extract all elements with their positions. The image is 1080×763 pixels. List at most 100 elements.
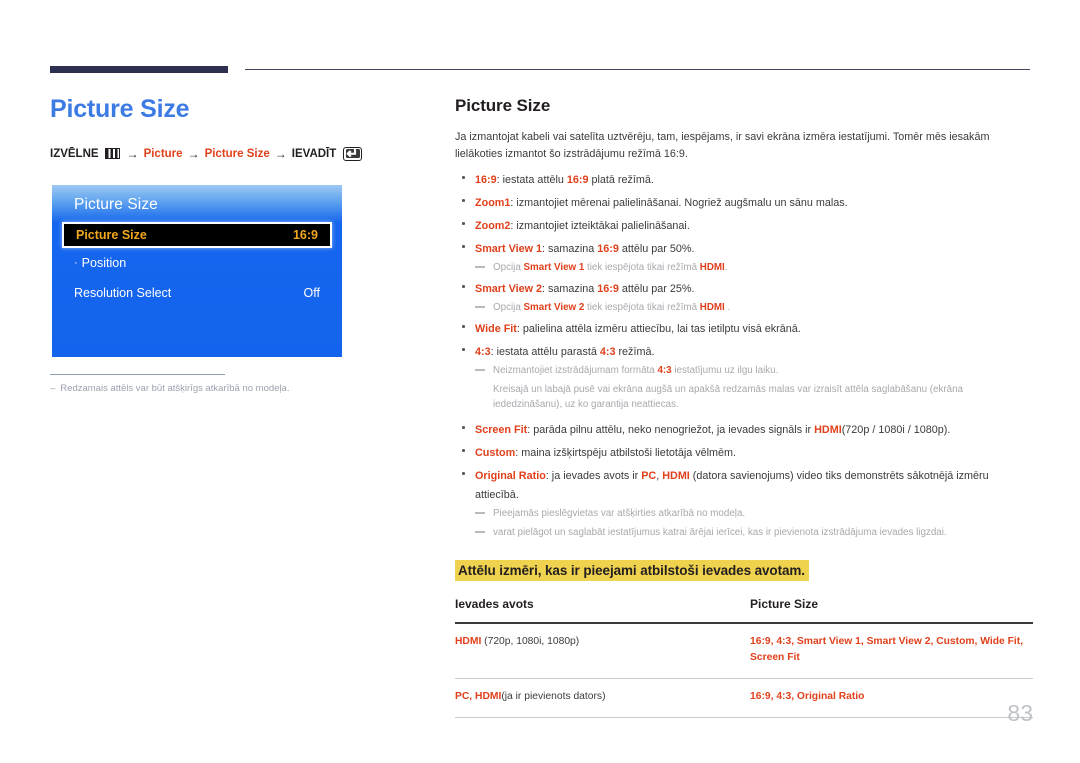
left-note-text: Redzamais attēls var būt atšķirīgs atkar… xyxy=(60,383,290,394)
osd-row-value: 16:9 xyxy=(292,228,318,242)
osd-row-resolution-select[interactable]: Resolution Select Off xyxy=(52,278,342,308)
bullet-dot-icon xyxy=(462,176,465,179)
list-item-original-ratio: Original Ratio: ja ievades avots ir PC, … xyxy=(455,466,1033,540)
option-desc: : palielina attēla izmēru attiecību, lai… xyxy=(516,323,801,335)
note-dash-icon xyxy=(475,512,485,514)
enter-arrow-glyph: ↵ xyxy=(347,145,359,161)
option-desc-2: attēlu par 50%. xyxy=(618,243,695,255)
table-row: PC, HDMI(ja ir pievienots dators) 16:9, … xyxy=(455,678,1033,718)
osd-panel-title: Picture Size xyxy=(74,196,158,213)
page-number: 83 xyxy=(1007,700,1033,726)
note-text: varat pielāgot un saglabāt iestatījumus … xyxy=(493,527,947,538)
source-keyword: HDMI xyxy=(455,636,482,647)
note-post: . xyxy=(724,302,731,313)
table-header-input-source: Ievades avots xyxy=(455,597,740,624)
list-item-4-3: 4:3: iestata attēlu parastā 4:3 režīmā. … xyxy=(455,342,1033,412)
note-kw-1: 4:3 xyxy=(657,365,672,376)
option-desc-2: attēlu par 25%. xyxy=(618,283,695,295)
table-cell-sizes: 16:9, 4:3, Original Ratio xyxy=(740,678,1033,718)
note-available-ports: Pieejamās pieslēgvietas var atšķirties a… xyxy=(475,506,1033,521)
note-dash-icon xyxy=(475,266,485,268)
option-term-2: PC xyxy=(641,470,657,482)
option-desc: : ja ievades avots ir xyxy=(545,470,642,482)
osd-row-label: Resolution Select xyxy=(74,286,172,300)
option-desc: : maina izšķirtspēju atbilstoši lietotāj… xyxy=(515,447,737,459)
option-desc: : samazina xyxy=(542,283,598,295)
bullet-dot-icon xyxy=(462,426,465,429)
osd-row-position[interactable]: · Position xyxy=(52,248,342,278)
note-mid: tiek iespējota tikai režīmā xyxy=(584,262,700,273)
header-rule xyxy=(245,69,1030,70)
table-header-picture-size: Picture Size xyxy=(740,597,1033,624)
osd-row-picture-size-selected[interactable]: Picture Size 16:9 xyxy=(62,222,332,248)
note-text: Pieejamās pieslēgvietas var atšķirties a… xyxy=(493,508,746,519)
table-row: HDMI (720p, 1080i, 1080p) 16:9, 4:3, Sma… xyxy=(455,623,1033,679)
list-item-smart-view-1: Smart View 1: samazina 16:9 attēlu par 5… xyxy=(455,239,1033,275)
note-kw-1: Smart View 2 xyxy=(523,302,585,313)
option-desc: : iestata attēlu parastā xyxy=(490,346,600,358)
option-term: Smart View 1 xyxy=(475,243,543,255)
bullet-dot-icon xyxy=(462,325,465,328)
note-kw-2: HDMI xyxy=(699,262,725,273)
section-intro: Ja izmantojat kabeli vai satelīta uztvēr… xyxy=(455,131,990,160)
section-title: Picture Size xyxy=(455,96,551,115)
option-term-2: 16:9 xyxy=(597,243,619,255)
available-sizes-table: Ievades avots Picture Size HDMI (720p, 1… xyxy=(455,597,1033,718)
left-column: Picture Size IZVĒLNE → Picture → Picture… xyxy=(50,95,420,162)
list-item-zoom2: Zoom2: izmantojiet izteiktākai palielinā… xyxy=(455,216,1033,235)
option-term-2: 16:9 xyxy=(597,283,619,295)
manual-page: Picture Size IZVĒLNE → Picture → Picture… xyxy=(0,0,1080,763)
list-item-screen-fit: Screen Fit: parāda pilnu attēlu, neko ne… xyxy=(455,420,1033,439)
option-term: Smart View 2 xyxy=(475,283,543,295)
option-term-3: HDMI xyxy=(662,470,690,482)
table-header-row: Ievades avots Picture Size xyxy=(455,597,1033,624)
option-desc-2: platā režīmā. xyxy=(588,174,654,186)
breadcrumb-item-picture[interactable]: Picture xyxy=(144,146,183,162)
bullet-dot-icon xyxy=(462,348,465,351)
note-mid: tiek iespējota tikai režīmā xyxy=(584,302,700,313)
note-ratio-4-3-continued: Kreisajā un labajā pusē vai ekrāna augšā… xyxy=(493,384,963,410)
option-term: 16:9 xyxy=(475,174,497,186)
option-desc: : iestata attēlu xyxy=(496,174,567,186)
table-cell-source: HDMI (720p, 1080i, 1080p) xyxy=(455,623,740,679)
osd-menu-panel: Picture Size Picture Size 16:9 · Positio… xyxy=(52,185,342,357)
option-desc: : izmantojiet izteiktākai palielināšanai… xyxy=(510,220,690,232)
option-term-2: HDMI xyxy=(814,424,842,436)
osd-row-value: Off xyxy=(303,286,320,300)
bullet-dot-icon xyxy=(462,245,465,248)
left-page-title: Picture Size xyxy=(50,95,190,123)
option-desc: : izmantojiet mērenai palielināšanai. No… xyxy=(510,197,848,209)
breadcrumb-arrow-1: → xyxy=(126,146,139,161)
option-term-2: 4:3 xyxy=(599,346,616,358)
breadcrumb-enter-label: IEVADĪT xyxy=(291,147,337,160)
list-item-zoom1: Zoom1: izmantojiet mērenai palielināšana… xyxy=(455,193,1033,212)
note-dash-icon xyxy=(475,306,485,308)
bullet-dot-icon xyxy=(462,285,465,288)
source-detail: (ja ir pievienots dators) xyxy=(501,691,606,702)
breadcrumb-menu-label: IZVĒLNE xyxy=(50,147,99,160)
note-pre: Neizmantojiet izstrādājumam formāta xyxy=(493,365,658,376)
enter-key-icon: ↵ xyxy=(343,145,363,161)
list-item-wide-fit: Wide Fit: palielina attēla izmēru attiec… xyxy=(455,319,1033,338)
option-desc: : parāda pilnu attēlu, neko nenogriežot,… xyxy=(527,424,815,436)
note-save-settings: varat pielāgot un saglabāt iestatījumus … xyxy=(475,525,1033,540)
menu-icon xyxy=(104,148,120,159)
breadcrumb-item-picture-size[interactable]: Picture Size xyxy=(205,146,270,162)
picture-size-options-list: 16:9: iestata attēlu 16:9 platā režīmā. … xyxy=(455,170,1033,540)
list-item-16-9: 16:9: iestata attēlu 16:9 platā režīmā. xyxy=(455,170,1033,189)
table-cell-sizes: 16:9, 4:3, Smart View 1, Smart View 2, C… xyxy=(740,623,1033,679)
note-dash: – xyxy=(50,383,56,394)
list-item-smart-view-2: Smart View 2: samazina 16:9 attēlu par 2… xyxy=(455,279,1033,315)
table-cell-source: PC, HDMI(ja ir pievienots dators) xyxy=(455,678,740,718)
option-term: Custom xyxy=(475,447,516,459)
bullet-dot-icon xyxy=(462,199,465,202)
option-term: Zoom2 xyxy=(475,220,511,232)
bullet-dot-icon xyxy=(462,222,465,225)
note-pre: Opcija xyxy=(493,262,524,273)
source-keyword: PC, HDMI xyxy=(455,691,502,702)
option-term-2: 16:9 xyxy=(566,174,589,186)
option-desc: : samazina xyxy=(542,243,598,255)
breadcrumb: IZVĒLNE → Picture → Picture Size → IEVAD… xyxy=(50,145,420,162)
header-accent-bar xyxy=(50,66,228,73)
sizes-list: 16:9, 4:3, Smart View 1, Smart View 2, C… xyxy=(750,636,1024,663)
